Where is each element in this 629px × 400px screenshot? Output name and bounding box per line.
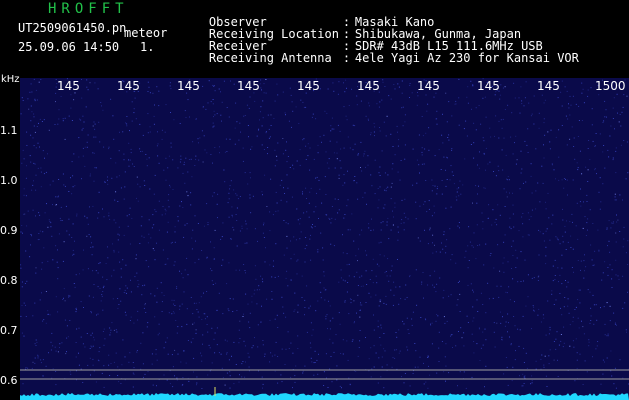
time-tick-1: 145: [57, 79, 80, 93]
time-tick-3: 145: [177, 79, 200, 93]
time-tick-4: 145: [237, 79, 260, 93]
antenna-key: Receiving Antenna: [208, 51, 332, 65]
time-tick-6: 145: [357, 79, 380, 93]
spectrogram-plot: [20, 78, 629, 400]
spectrogram-canvas: [20, 78, 629, 400]
time-tick-2: 145: [117, 79, 140, 93]
freq-tick-1-0: 1.0: [0, 174, 18, 187]
time-tick-9: 145: [537, 79, 560, 93]
file-name: UT2509061450.pn: [18, 21, 127, 35]
time-tick-10: 1500: [595, 79, 626, 93]
header-panel: HROFFT UT2509061450.pn meteor 25.09.06 1…: [0, 0, 629, 76]
mode-label: meteor: [124, 26, 168, 40]
time-tick-8: 145: [477, 79, 500, 93]
freq-tick-1-1: 1.1: [0, 124, 18, 137]
time-tick-7: 145: [417, 79, 440, 93]
index-label: 1.: [140, 40, 155, 54]
signal-trace: [20, 393, 629, 400]
noise-texture: [20, 78, 629, 389]
freq-tick-0-8: 0.8: [0, 274, 18, 287]
freq-tick-0-9: 0.9: [0, 224, 18, 237]
time-tick-5: 145: [297, 79, 320, 93]
freq-tick-0-7: 0.7: [0, 324, 18, 337]
date-time: 25.09.06 14:50: [18, 40, 120, 54]
antenna-row: Receiving Antenna:4ele Yagi Az 230 for K…: [208, 51, 579, 65]
freq-tick-0-6: 0.6: [0, 374, 18, 387]
frequency-unit-label: kHz: [1, 74, 20, 85]
app-title: HROFFT: [48, 1, 129, 17]
antenna-value: 4ele Yagi Az 230 for Kansai VOR: [354, 51, 579, 65]
